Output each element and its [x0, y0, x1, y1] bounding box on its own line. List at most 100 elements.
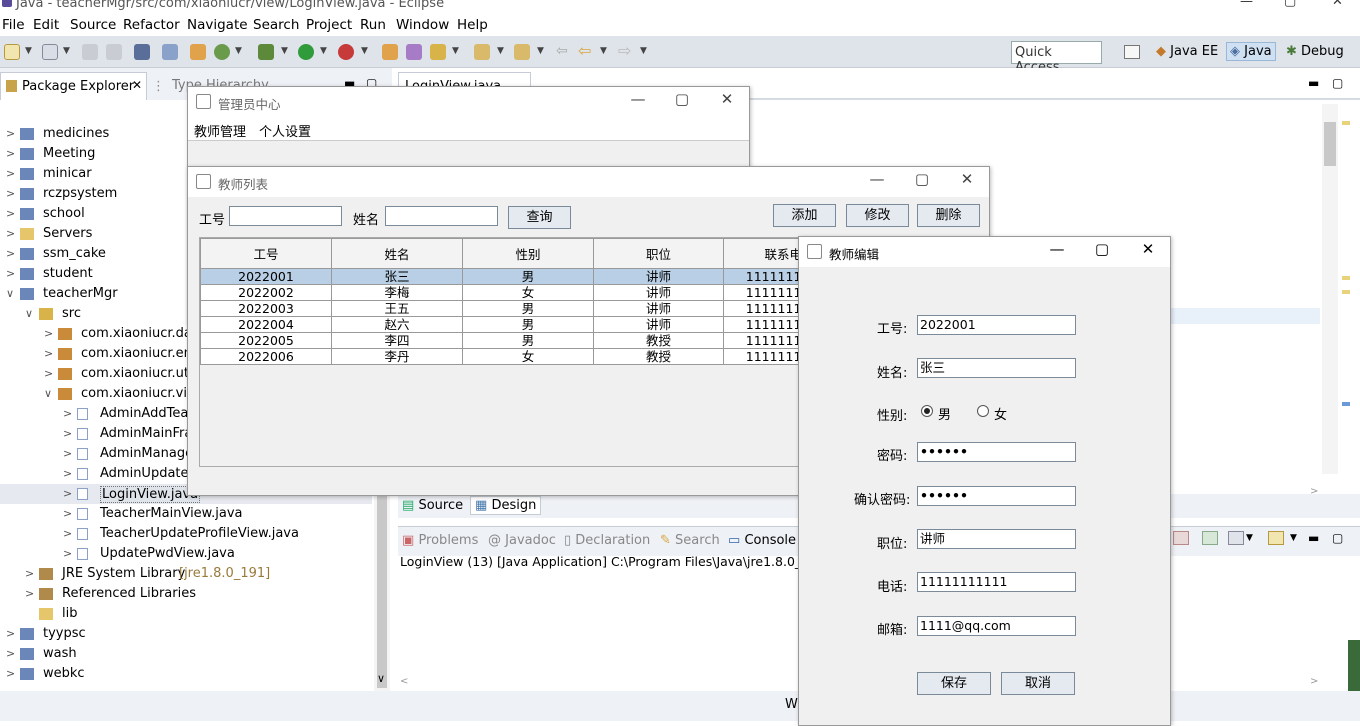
perspective-java-ee[interactable]: ◆ Java EE	[1156, 44, 1218, 59]
chevron-right-icon[interactable]: >	[63, 547, 72, 560]
close-icon[interactable]: ✕	[955, 170, 979, 188]
scroll-right-icon[interactable]: >	[1310, 486, 1318, 497]
menu-help[interactable]: Help	[457, 17, 488, 33]
tree-item[interactable]: > JRE System Library [jre1.8.0_191]	[0, 564, 372, 584]
chevron-down-icon[interactable]: ▼	[361, 46, 368, 56]
pin-console-icon[interactable]	[1202, 531, 1218, 545]
tab-search[interactable]: ✎ Search	[660, 533, 720, 548]
chevron-down-icon[interactable]: ▼	[537, 46, 544, 56]
chevron-right-icon[interactable]: >	[25, 587, 34, 600]
close-icon[interactable]: ✕	[132, 78, 142, 92]
chevron-right-icon[interactable]: >	[6, 267, 15, 280]
chevron-right-icon[interactable]: >	[63, 507, 72, 520]
column-header[interactable]: 职位	[593, 238, 724, 269]
column-header[interactable]: 联系电话	[723, 238, 798, 269]
scrollbar-thumb[interactable]	[1324, 122, 1336, 166]
minimize-icon[interactable]: ▬	[1308, 76, 1319, 90]
email-field[interactable]: 1111@qq.com	[917, 616, 1076, 636]
chevron-down-icon[interactable]: ▼	[497, 46, 504, 56]
tab-declaration[interactable]: ▯ Declaration	[564, 533, 650, 548]
debug-icon[interactable]	[258, 44, 274, 60]
chevron-down-icon[interactable]: ▼	[281, 46, 288, 56]
menu-personal-settings[interactable]: 个人设置	[259, 121, 311, 140]
menu-file[interactable]: File	[2, 17, 25, 33]
run-external-icon[interactable]	[338, 44, 354, 60]
name-field[interactable]: 张三	[917, 358, 1076, 378]
table-row[interactable]: 2022001张三男讲师11111111111	[200, 268, 798, 285]
edit-button[interactable]: 修改	[846, 204, 909, 227]
tree-item[interactable]: lib	[0, 604, 372, 624]
chevron-right-icon[interactable]: >	[63, 467, 72, 480]
maximize-icon[interactable]: ▢	[1090, 240, 1114, 258]
chevron-right-icon[interactable]: >	[63, 527, 72, 540]
tree-item[interactable]: > tyypsc	[0, 624, 372, 644]
close-icon[interactable]: ✕	[1332, 0, 1343, 9]
chevron-right-icon[interactable]: >	[44, 367, 53, 380]
chevron-down-icon[interactable]: ∨	[44, 387, 52, 400]
save-icon[interactable]	[82, 44, 98, 60]
next-annotation-icon[interactable]	[474, 44, 490, 60]
back-icon[interactable]: ⇦	[578, 43, 594, 60]
chevron-right-icon[interactable]: >	[6, 187, 15, 200]
table-row[interactable]: 2022005李四男教授11111111111	[200, 332, 798, 349]
menu-navigate[interactable]: Navigate	[187, 17, 248, 33]
maximize-icon[interactable]: ▢	[910, 170, 934, 188]
chevron-down-icon[interactable]: ▼	[640, 46, 647, 56]
open-perspective-icon[interactable]	[1124, 45, 1140, 59]
minimize-icon[interactable]: —	[865, 170, 889, 188]
cancel-button[interactable]: 取消	[1001, 672, 1075, 695]
tree-item[interactable]: > UpdatePwdView.java	[0, 544, 372, 564]
chevron-right-icon[interactable]: >	[6, 667, 15, 680]
delete-button[interactable]: 删除	[917, 204, 980, 227]
last-edit-icon[interactable]: ⇦	[556, 44, 572, 60]
tree-item[interactable]: > TeacherUpdateProfileView.java	[0, 524, 372, 544]
chevron-right-icon[interactable]: >	[6, 227, 15, 240]
tree-item[interactable]: > wash	[0, 644, 372, 664]
scroll-down-icon[interactable]: ∨	[377, 672, 385, 685]
menu-refactor[interactable]: Refactor	[123, 17, 180, 33]
minimize-icon[interactable]: ▬	[1308, 531, 1319, 545]
chevron-right-icon[interactable]: >	[63, 487, 72, 500]
chevron-right-icon[interactable]: >	[63, 407, 72, 420]
chevron-down-icon[interactable]: ▼	[1290, 533, 1297, 543]
design-tab[interactable]: ▦ Design	[470, 496, 542, 515]
chevron-down-icon[interactable]: ∨	[25, 307, 33, 320]
tree-item[interactable]: > webkc	[0, 664, 372, 684]
quick-access-input[interactable]: Quick Access	[1011, 41, 1102, 75]
chevron-down-icon[interactable]: ▼	[63, 46, 70, 56]
phone-field[interactable]: 11111111111	[917, 572, 1076, 592]
minimize-icon[interactable]: —	[626, 90, 650, 108]
new-icon[interactable]	[4, 44, 20, 60]
id-search-input[interactable]	[229, 206, 342, 226]
query-button[interactable]: 查询	[508, 206, 571, 229]
display-console-icon[interactable]	[1228, 531, 1244, 545]
male-radio[interactable]	[921, 405, 933, 417]
menu-source[interactable]: Source	[70, 17, 116, 33]
add-button[interactable]: 添加	[773, 204, 836, 227]
table-row[interactable]: 2022006李丹女教授11111111111	[200, 348, 798, 365]
perspective-debug[interactable]: ✱ Debug	[1286, 44, 1344, 59]
confirm-password-field[interactable]: ••••••	[917, 486, 1076, 506]
refresh-icon[interactable]	[214, 44, 230, 60]
maximize-icon[interactable]: ▢	[1284, 0, 1296, 9]
chevron-down-icon[interactable]: ▼	[1246, 533, 1253, 543]
menu-edit[interactable]: Edit	[33, 17, 59, 33]
chevron-right-icon[interactable]: >	[25, 567, 34, 580]
maximize-icon[interactable]: ▢	[1332, 531, 1343, 545]
close-icon[interactable]: ✕	[715, 90, 739, 108]
tab-console[interactable]: ▭ Console	[728, 533, 796, 548]
chevron-right-icon[interactable]: >	[44, 347, 53, 360]
save-all-icon[interactable]	[106, 44, 122, 60]
skip-breakpoints-icon[interactable]	[162, 44, 178, 60]
chevron-down-icon[interactable]: ▼	[320, 46, 327, 56]
tree-item[interactable]: > Referenced Libraries	[0, 584, 372, 604]
column-header[interactable]: 姓名	[331, 238, 463, 269]
terminal-icon[interactable]	[134, 44, 150, 60]
open-type-icon[interactable]	[42, 44, 58, 60]
tab-package-explorer[interactable]: Package Explorer ✕	[0, 72, 147, 100]
package-build-icon[interactable]	[190, 44, 206, 60]
chevron-down-icon[interactable]: ▼	[600, 46, 607, 56]
side-scroll-handle[interactable]	[1348, 640, 1360, 691]
chevron-right-icon[interactable]: >	[6, 207, 15, 220]
female-radio[interactable]	[977, 405, 989, 417]
